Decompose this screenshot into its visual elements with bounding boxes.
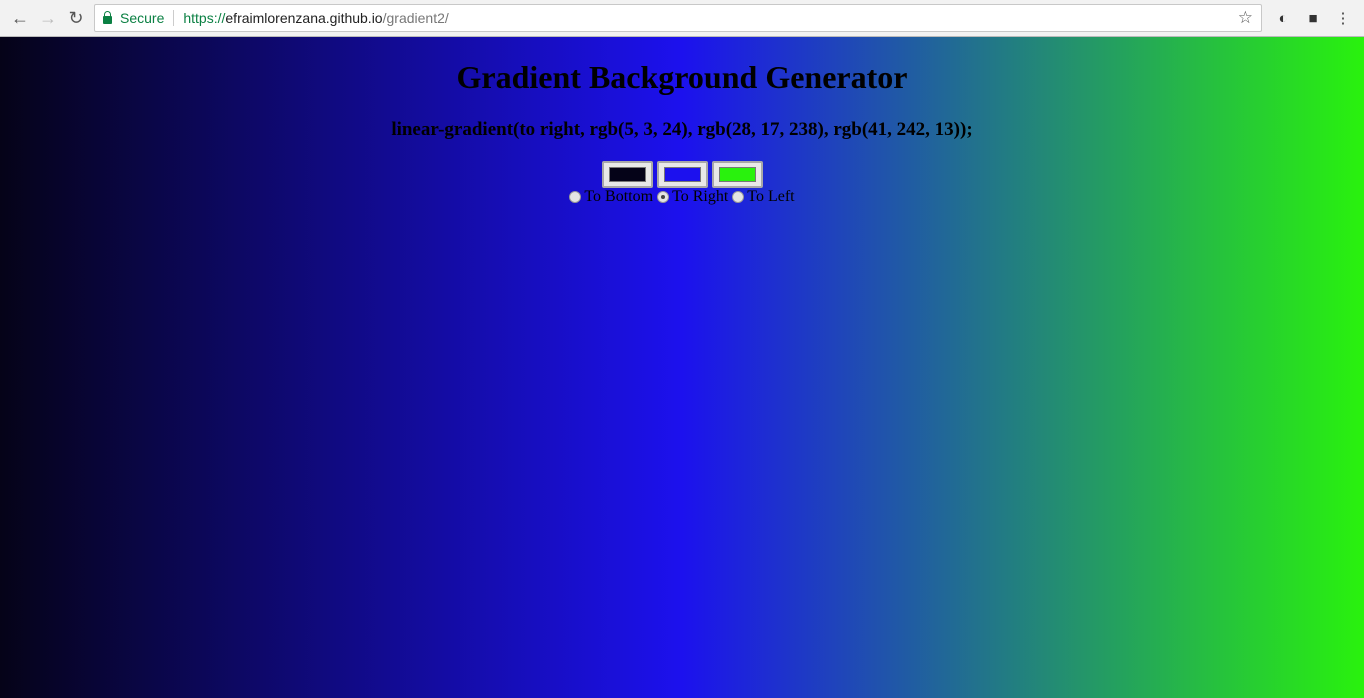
lock-icon (103, 10, 112, 24)
radio-label: To Right (672, 188, 729, 205)
radio-to-right[interactable]: To Right (657, 188, 728, 206)
color-swatch (663, 167, 701, 182)
reload-icon[interactable]: ↻ (62, 8, 90, 29)
direction-options: To Bottom To Right To Left (0, 188, 1364, 206)
extension-icon[interactable]: ◐ (1268, 10, 1298, 27)
css-output: linear-gradient(to right, rgb(5, 3, 24),… (391, 119, 973, 140)
radio-to-bottom[interactable]: To Bottom (569, 188, 653, 206)
radio-button[interactable] (732, 191, 745, 204)
radio-label: To Left (747, 188, 795, 205)
radio-button[interactable] (569, 191, 582, 204)
radio-button[interactable] (657, 191, 670, 204)
address-bar[interactable]: Secure https://efraimlorenzana.github.io… (94, 4, 1262, 32)
secure-label: Secure (120, 10, 165, 26)
menu-icon[interactable]: ⋮ (1328, 9, 1358, 27)
browser-toolbar: ← → ↻ Secure https://efraimlorenzana.git… (0, 0, 1364, 37)
radio-to-left[interactable]: To Left (732, 188, 795, 206)
color-inputs (0, 161, 1364, 188)
back-icon[interactable]: ← (6, 8, 34, 29)
url-scheme: https:// (183, 10, 226, 26)
color-swatch (718, 167, 756, 182)
extension-icon-2[interactable]: ■ (1298, 10, 1328, 27)
divider (173, 10, 175, 26)
url-host: efraimlorenzana.github.io (225, 10, 383, 26)
page-title: Gradient Background Generator (456, 59, 908, 95)
forward-icon[interactable]: → (34, 8, 62, 29)
color-swatch (608, 167, 646, 182)
url-path: /gradient2/ (382, 10, 449, 26)
color-input-1[interactable] (601, 161, 653, 188)
bookmark-star-icon[interactable]: ☆ (1238, 8, 1253, 28)
gradient-page: Gradient Background Generator linear-gra… (0, 37, 1364, 698)
color-input-3[interactable] (711, 161, 763, 188)
color-input-2[interactable] (656, 161, 708, 188)
radio-label: To Bottom (584, 188, 654, 205)
